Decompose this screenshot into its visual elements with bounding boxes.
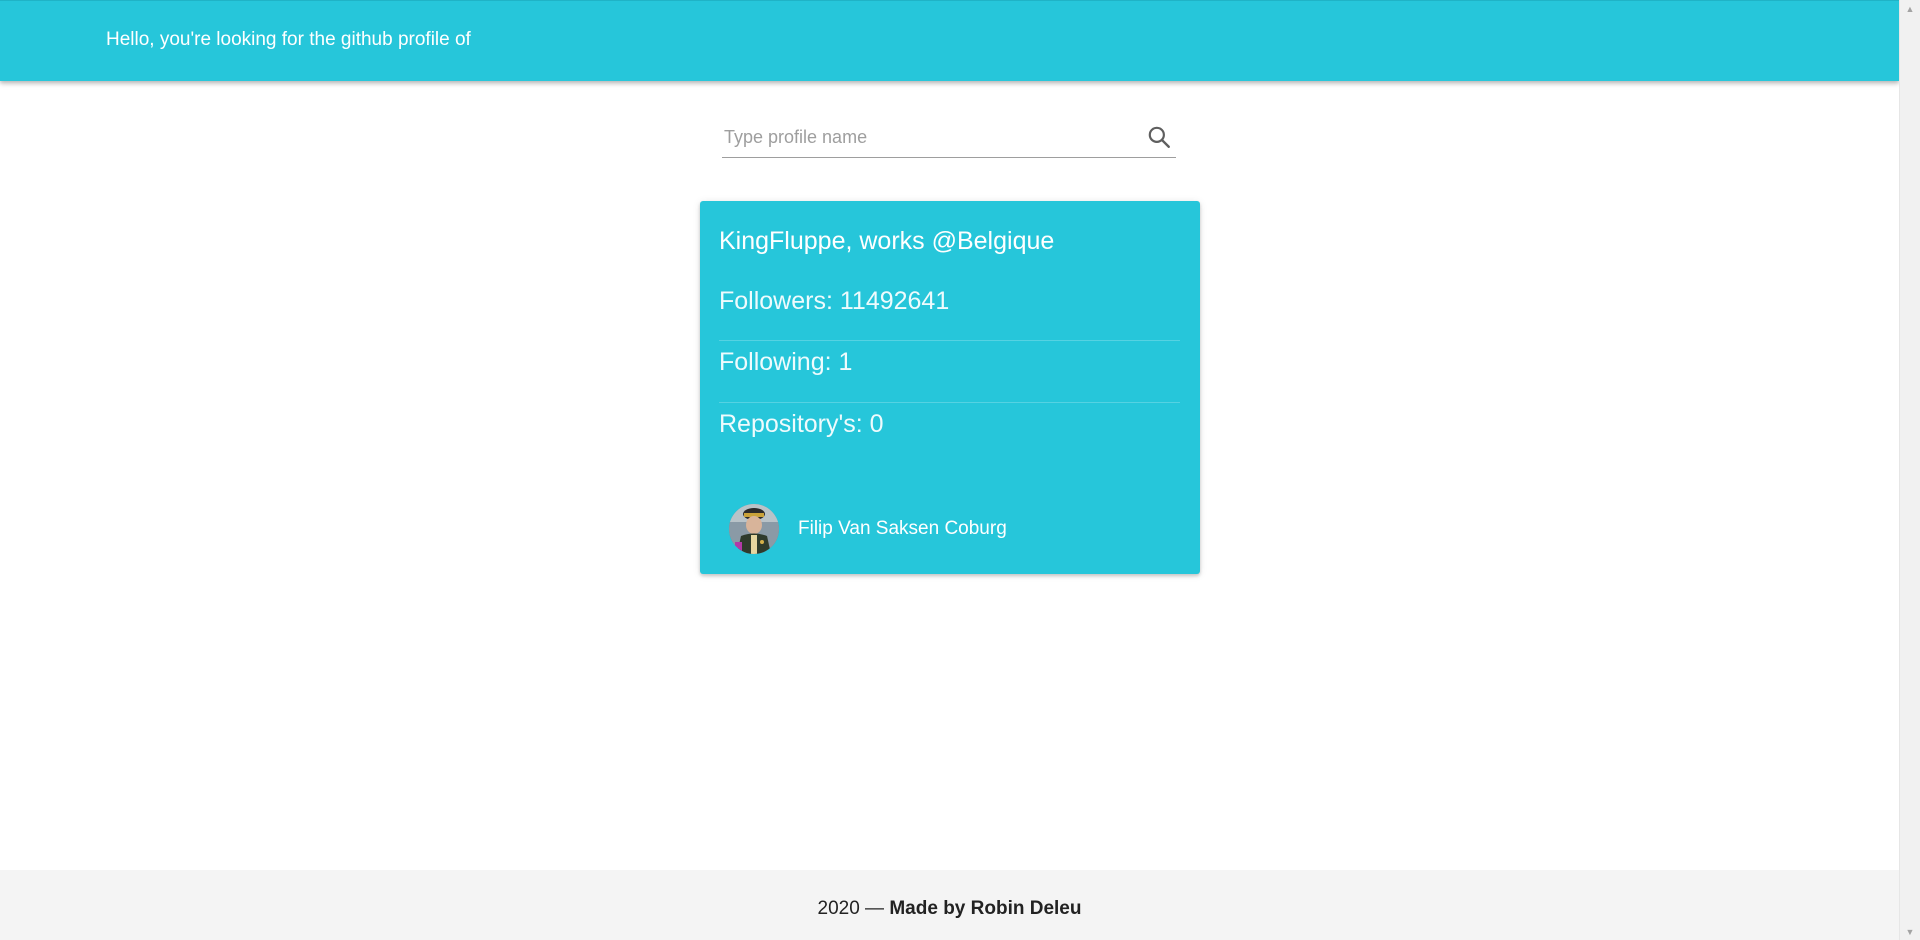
repository-count: Repository's: 0	[719, 410, 884, 438]
avatar	[729, 504, 779, 554]
footer-year: 2020 —	[817, 898, 890, 919]
app-header: Hello, you're looking for the github pro…	[0, 0, 1899, 81]
avatar-image	[729, 504, 779, 554]
profile-title: KingFluppe, works @Belgique	[719, 227, 1055, 255]
scrollbar-track[interactable]	[1903, 17, 1917, 923]
search-input[interactable]	[724, 124, 1124, 150]
scroll-up-arrow-icon[interactable]: ▲	[1900, 0, 1920, 17]
footer-text: 2020 — Made by Robin Deleu	[0, 898, 1899, 920]
search-icon[interactable]	[1146, 124, 1172, 150]
page: Hello, you're looking for the github pro…	[0, 0, 1899, 940]
divider	[719, 340, 1180, 341]
header-title: Hello, you're looking for the github pro…	[106, 29, 471, 50]
profile-name: Filip Van Saksen Coburg	[798, 518, 1007, 539]
footer: 2020 — Made by Robin Deleu	[0, 870, 1899, 940]
profile-card: KingFluppe, works @Belgique Followers: 1…	[700, 201, 1200, 574]
profile-owner: Filip Van Saksen Coburg	[729, 504, 1007, 554]
search-field	[722, 118, 1176, 158]
footer-author: Made by Robin Deleu	[889, 898, 1082, 919]
scroll-down-arrow-icon[interactable]: ▼	[1900, 923, 1920, 940]
vertical-scrollbar[interactable]: ▲ ▼	[1899, 0, 1920, 940]
following-count: Following: 1	[719, 348, 853, 376]
followers-count: Followers: 11492641	[719, 287, 950, 315]
divider	[719, 402, 1180, 403]
